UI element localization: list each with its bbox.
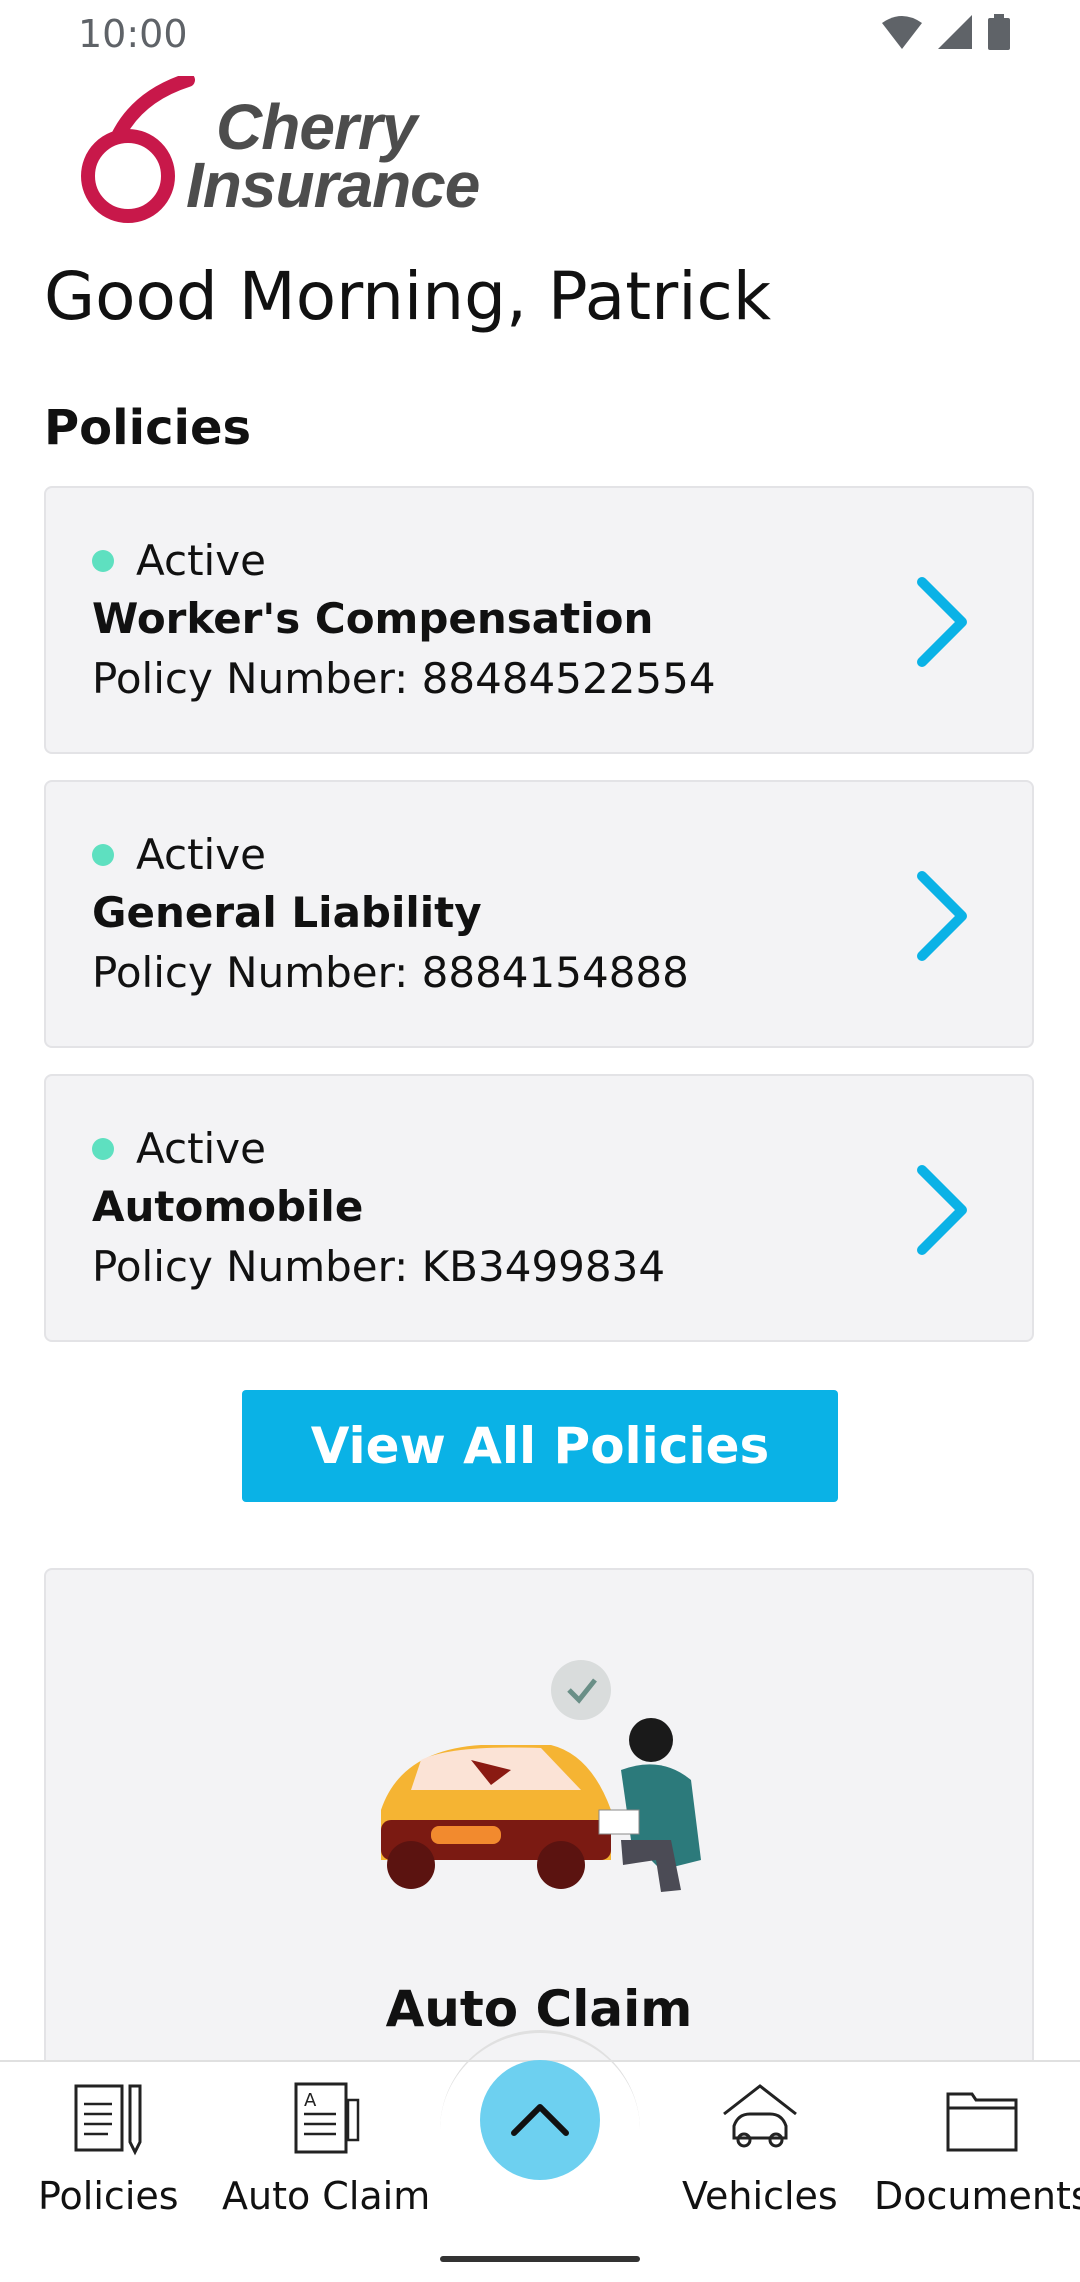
status-bar: 10:00 <box>0 0 1080 70</box>
vehicles-icon <box>722 2084 797 2148</box>
policy-card[interactable]: Active Worker's Compensation Policy Numb… <box>44 486 1034 754</box>
wifi-icon <box>882 16 922 49</box>
view-all-policies-button[interactable]: View All Policies <box>242 1390 838 1502</box>
policy-name: Automobile <box>92 1182 364 1231</box>
policy-status: Active <box>92 830 266 879</box>
logo-line-2: Insurance <box>186 149 480 221</box>
signal-icon <box>938 15 972 49</box>
svg-text:A: A <box>304 2090 317 2111</box>
nav-item-documents[interactable]: Documents <box>874 2080 1080 2218</box>
policy-status-label: Active <box>136 830 266 879</box>
policy-card[interactable]: Active General Liability Policy Number: … <box>44 780 1034 1048</box>
policy-number: Policy Number: 88484522554 <box>92 654 716 703</box>
logo-line-1: Cherry <box>216 91 417 163</box>
nav-label-vehicles: Vehicles <box>682 2174 838 2218</box>
expand-menu-button[interactable] <box>480 2060 600 2180</box>
cherry-logo-mark <box>81 76 195 223</box>
policy-status-label: Active <box>136 1124 266 1173</box>
nav-label-documents: Documents <box>874 2174 1080 2218</box>
policies-section-title: Policies <box>44 400 252 456</box>
logo-text: Cherry Insurance <box>186 91 480 221</box>
status-time: 10:00 <box>78 12 188 56</box>
chevron-right-icon[interactable] <box>912 870 972 962</box>
policy-status-label: Active <box>136 536 266 585</box>
auto-claim-icon: A <box>294 2082 360 2154</box>
nav-item-auto-claim[interactable]: A Auto Claim <box>222 2080 430 2218</box>
policy-number: Policy Number: 8884154888 <box>92 948 689 997</box>
car-damage-illustration <box>381 1660 701 1892</box>
status-icons <box>882 14 1010 50</box>
cherry-insurance-logo: Cherry Insurance <box>78 76 508 226</box>
documents-icon <box>946 2092 1018 2152</box>
nav-label-policies: Policies <box>38 2174 179 2218</box>
active-dot-icon <box>92 549 114 572</box>
chevron-up-icon <box>511 2103 569 2136</box>
nav-label-auto-claim: Auto Claim <box>222 2174 431 2218</box>
nav-item-vehicles[interactable]: Vehicles <box>682 2080 838 2218</box>
active-dot-icon <box>92 1137 114 1160</box>
active-dot-icon <box>92 843 114 866</box>
policy-number: Policy Number: KB3499834 <box>92 1242 666 1291</box>
policy-name: Worker's Compensation <box>92 594 654 643</box>
policy-name: General Liability <box>92 888 482 937</box>
policy-status: Active <box>92 1124 266 1173</box>
policy-card[interactable]: Active Automobile Policy Number: KB34998… <box>44 1074 1034 1342</box>
policy-status: Active <box>92 536 266 585</box>
chevron-right-icon[interactable] <box>912 576 972 668</box>
nav-item-policies[interactable]: Policies <box>38 2080 179 2218</box>
chevron-right-icon[interactable] <box>912 1164 972 1256</box>
battery-icon <box>988 14 1010 50</box>
greeting: Good Morning, Patrick <box>44 258 772 335</box>
policies-icon <box>74 2084 142 2156</box>
home-indicator[interactable] <box>440 2256 640 2262</box>
auto-claim-card[interactable]: Auto Claim <box>44 1568 1034 2068</box>
